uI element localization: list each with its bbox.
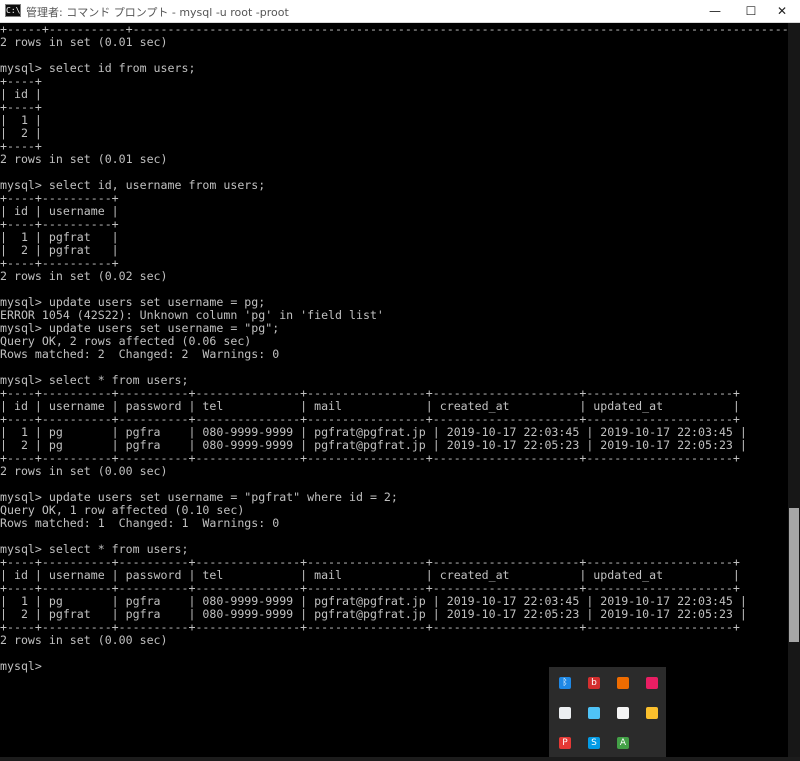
console-line: 2 rows in set (0.00 sec) [0,633,168,647]
console-line: Rows matched: 1 Changed: 1 Warnings: 0 [0,516,280,530]
security-shield-icon[interactable] [617,707,629,719]
tray-app-red-icon[interactable]: P [559,737,571,749]
tray-app-orange-icon[interactable] [617,677,629,689]
tray-app-colorful-icon[interactable] [646,677,658,689]
title-bar[interactable]: C:\ 管理者: コマンド プロンプト - mysql -u root -pro… [0,0,800,23]
window-title: 管理者: コマンド プロンプト - mysql -u root -proot [26,6,289,19]
tray-app-green-icon[interactable]: A [617,737,629,749]
command-prompt-icon[interactable]: C:\ [5,4,21,17]
console-line: 2 rows in set (0.00 sec) [0,464,168,478]
close-button[interactable]: ✕ [764,0,800,22]
taskbar [0,757,800,761]
scrollbar-thumb[interactable] [789,508,799,642]
vertical-scrollbar[interactable] [788,23,800,757]
bluetooth-icon[interactable]: ᛒ [559,677,571,689]
console-line: 2 rows in set (0.02 sec) [0,269,168,283]
console-line: 2 rows in set (0.01 sec) [0,152,168,166]
console-line: Rows matched: 2 Changed: 2 Warnings: 0 [0,347,280,361]
console-output[interactable]: +-----+-----------+---------------------… [0,23,788,757]
system-tray-overflow: ᛒ b P S A [549,667,666,761]
tray-app-display-icon[interactable] [588,707,600,719]
console-line: mysql> [0,659,42,673]
tray-app-document-icon[interactable] [559,707,571,719]
console-line: 2 rows in set (0.01 sec) [0,35,168,49]
beats-icon[interactable]: b [588,677,600,689]
skype-icon[interactable]: S [588,737,600,749]
chrome-icon[interactable] [646,707,658,719]
